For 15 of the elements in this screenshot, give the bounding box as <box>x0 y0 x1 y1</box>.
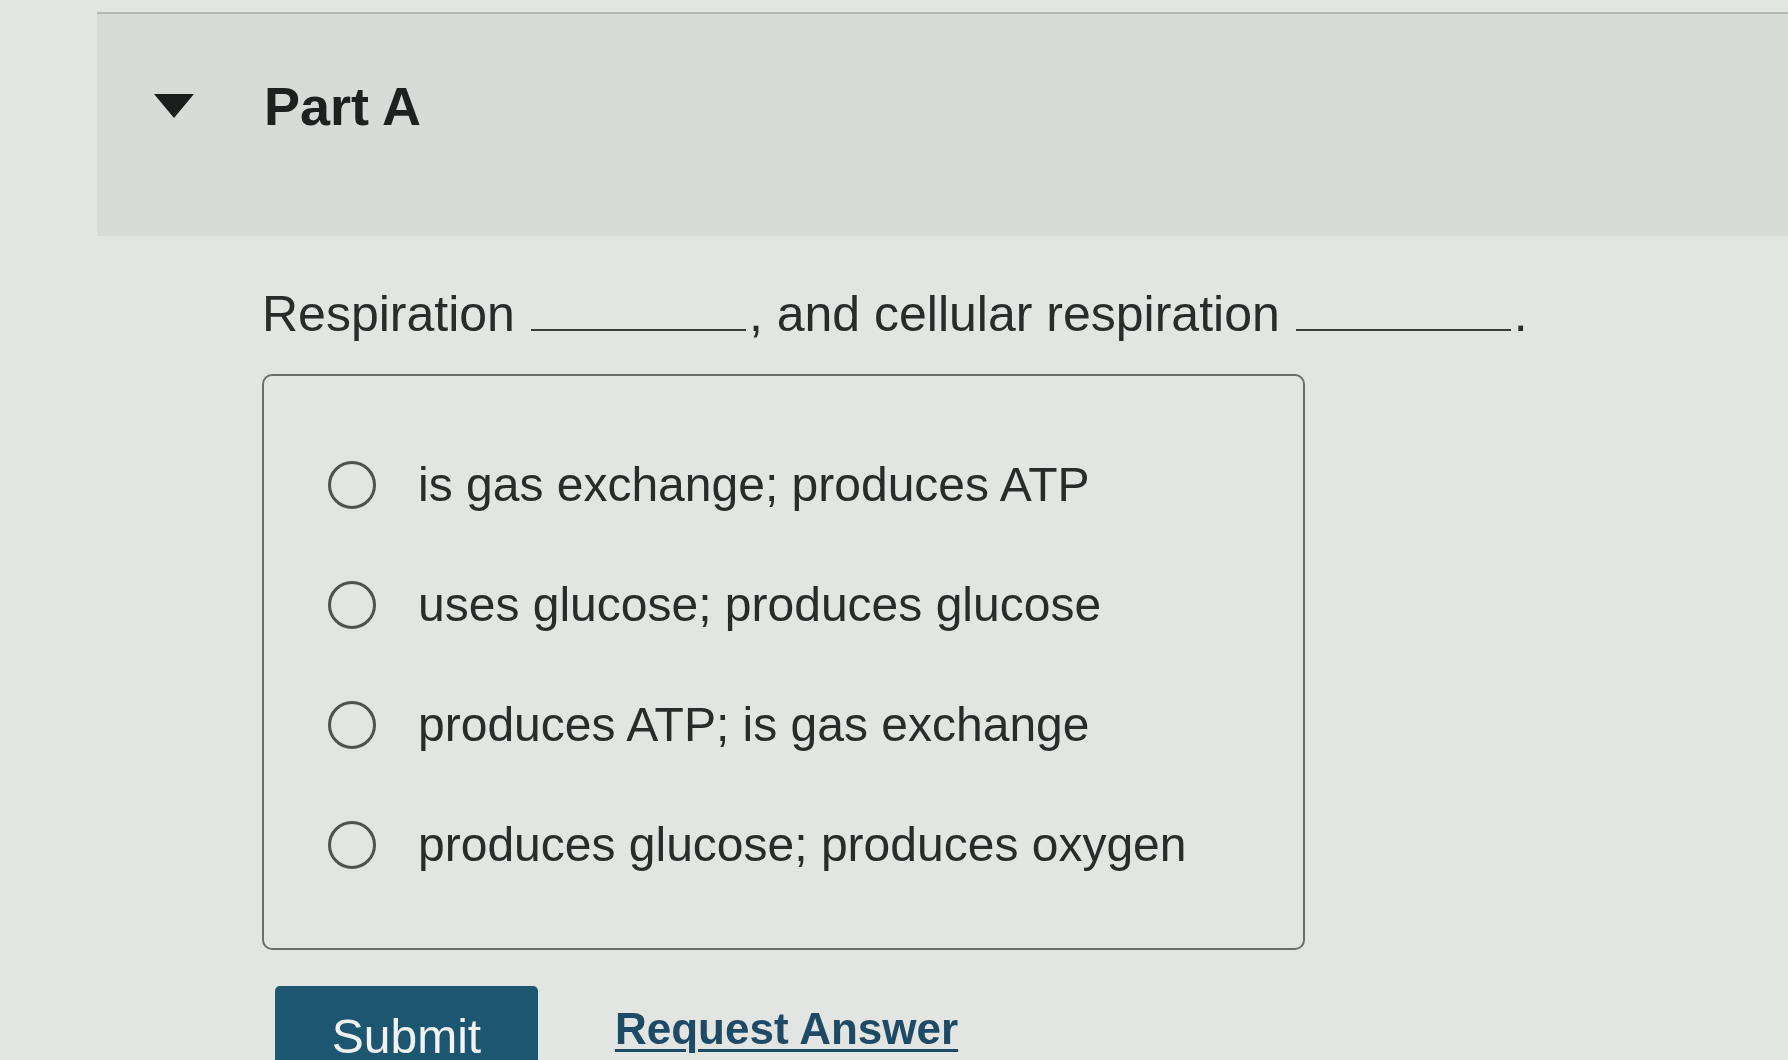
part-title: Part A <box>264 76 422 136</box>
radio-button[interactable] <box>328 821 376 869</box>
option-label[interactable]: is gas exchange; produces ATP <box>418 457 1090 513</box>
option-label[interactable]: produces ATP; is gas exchange <box>418 697 1090 753</box>
radio-button[interactable] <box>328 701 376 749</box>
caret-down-icon[interactable] <box>154 94 194 118</box>
question-text: Respiration <box>262 286 515 342</box>
radio-button[interactable] <box>328 461 376 509</box>
option-label[interactable]: uses glucose; produces glucose <box>418 577 1102 633</box>
question-text: , and cellular respiration <box>748 286 1280 342</box>
question-text: . <box>1513 286 1528 342</box>
option-label[interactable]: produces glucose; produces oxygen <box>418 817 1187 873</box>
submit-button[interactable]: Submit <box>275 986 538 1060</box>
request-answer-link[interactable]: Request Answer <box>615 1004 959 1054</box>
radio-button[interactable] <box>328 581 376 629</box>
